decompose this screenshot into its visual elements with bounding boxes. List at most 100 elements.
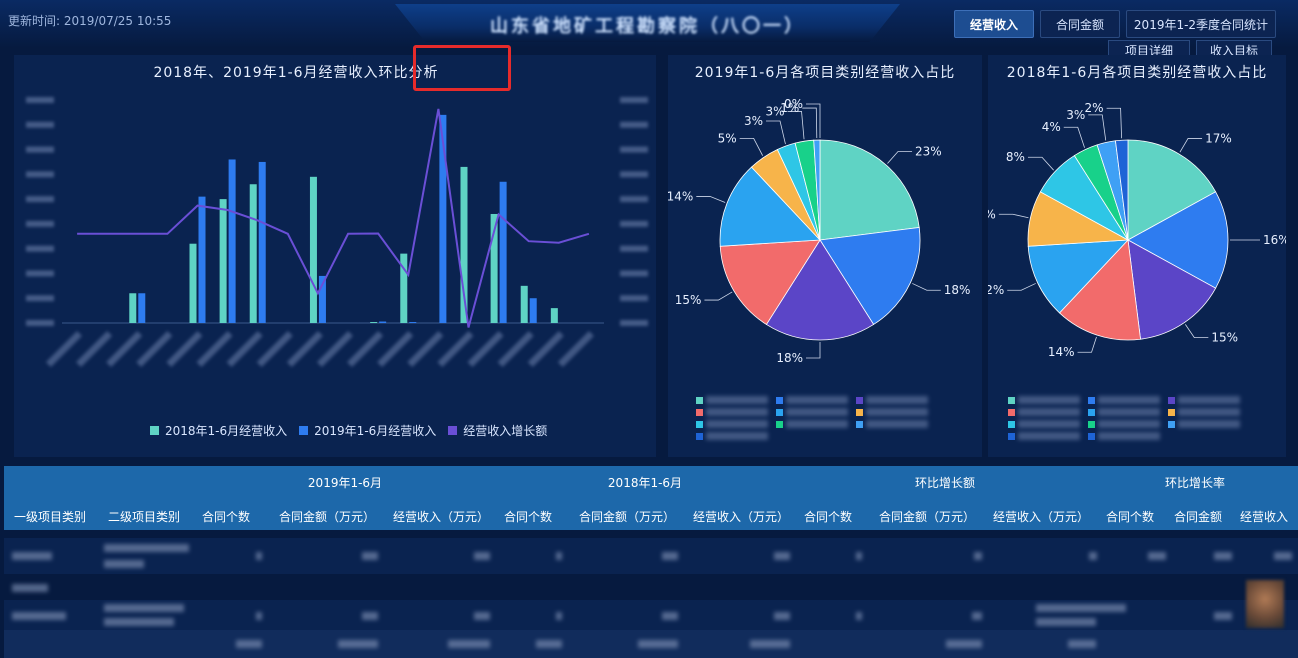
column-header[interactable]: 经营收入 — [1236, 508, 1292, 525]
y-tick-label-right — [620, 146, 648, 153]
tab-contract-amount[interactable]: 合同金额 — [1040, 10, 1120, 38]
pie-percent-label: 4% — [1042, 120, 1061, 134]
table-row[interactable] — [4, 600, 1298, 630]
pie-legend-swatch — [1168, 396, 1175, 404]
pie-2019-title: 2019年1-6月各项目类别经营收入占比 — [694, 65, 956, 81]
pie-label-line — [739, 138, 764, 156]
legend-item-growth[interactable]: 经营收入增长额 — [448, 422, 547, 439]
pie-legend-swatch — [1088, 420, 1095, 428]
pie-legend-item[interactable] — [856, 396, 936, 404]
pie-label-line — [787, 111, 805, 140]
column-header[interactable]: 合同金额（万元） — [872, 508, 982, 525]
pie-legend-item[interactable] — [856, 408, 936, 416]
legend-swatch-2018 — [150, 426, 159, 435]
pie-percent-label: 18% — [944, 283, 971, 297]
pie-legend-label — [1018, 396, 1080, 404]
pie-legend-item[interactable] — [1008, 432, 1088, 440]
pie-percent-label: 17% — [1205, 131, 1232, 145]
pie-legend-item[interactable] — [856, 420, 936, 428]
pie-legend-swatch — [696, 432, 703, 440]
pie-legend-item[interactable] — [1008, 396, 1088, 404]
pie-percent-label: 16% — [1263, 233, 1286, 247]
pie-legend-item[interactable] — [1088, 396, 1168, 404]
pie-legend-item[interactable] — [1088, 420, 1168, 428]
column-header[interactable]: 合同个数 — [1100, 508, 1160, 525]
y-tick-label-left — [26, 220, 54, 227]
pie-legend-swatch — [696, 420, 703, 428]
bar-2018 — [520, 285, 528, 323]
column-header[interactable]: 二级项目类别 — [104, 508, 184, 525]
pie-legend-item[interactable] — [696, 432, 776, 440]
pie-percent-label: 5% — [718, 131, 737, 145]
pie-percent-label: 0% — [784, 97, 803, 111]
pie-percent-label: 12% — [988, 283, 1004, 297]
pie-2018-title: 2018年1-6月各项目类别经营收入占比 — [1006, 65, 1268, 81]
table-row[interactable] — [4, 576, 1298, 600]
pie-label-line — [1088, 114, 1107, 141]
y-tick-label-left — [26, 320, 54, 326]
pie-legend-label — [866, 396, 928, 404]
pie-percent-label: 23% — [915, 144, 942, 158]
table-row[interactable] — [4, 538, 1298, 574]
tab-revenue[interactable]: 经营收入 — [954, 10, 1034, 38]
column-header[interactable]: 经营收入（万元） — [986, 508, 1096, 525]
pie-legend-swatch — [776, 396, 783, 404]
pie-legend-item[interactable] — [696, 420, 776, 428]
group-header: 环比增长率 — [1164, 476, 1225, 490]
pie-legend-item[interactable] — [776, 396, 856, 404]
pie-legend-item[interactable] — [1008, 408, 1088, 416]
pie-percent-label: 14% — [1048, 345, 1075, 359]
column-header[interactable]: 经营收入（万元） — [686, 508, 796, 525]
legend-item-2018[interactable]: 2018年1-6月经营收入 — [150, 422, 287, 439]
pie-label-line — [1185, 324, 1209, 338]
pie-legend-item[interactable] — [776, 420, 856, 428]
column-header[interactable]: 经营收入（万元） — [386, 508, 496, 525]
pie-percent-label: 15% — [1211, 331, 1238, 345]
pie-chart-2018: 17% 16% 15% 14% 12% 9% 8% 4% 3%2% — [988, 101, 1286, 359]
pie-percent-label: 8% — [1006, 150, 1025, 164]
pie-legend-item[interactable] — [1168, 396, 1248, 404]
pie-legend-swatch — [776, 420, 783, 428]
pie-legend-item[interactable] — [1168, 408, 1248, 416]
y-tick-label-left — [26, 295, 54, 302]
pie-2018-legend — [1008, 396, 1248, 440]
pie-legend-item[interactable] — [696, 396, 776, 404]
pie-legend-label — [1018, 432, 1080, 440]
pie-legend-swatch — [1008, 432, 1015, 440]
pie-legend-item[interactable] — [776, 408, 856, 416]
bar-2018 — [249, 184, 257, 323]
pie-label-line — [806, 342, 821, 359]
bar-2019 — [379, 321, 387, 323]
pie-legend-swatch — [696, 396, 703, 404]
bar-2018 — [550, 308, 558, 323]
pie-legend-item[interactable] — [1088, 408, 1168, 416]
y-tick-label-left — [26, 97, 54, 103]
growth-line — [77, 108, 590, 328]
column-header[interactable]: 一级项目类别 — [10, 508, 90, 525]
pie-label-line — [1179, 138, 1203, 153]
column-header[interactable]: 合同金额（万元） — [572, 508, 682, 525]
column-header[interactable]: 合同金额（万元） — [272, 508, 382, 525]
bar-2018 — [129, 293, 137, 323]
pie-legend-item[interactable] — [1008, 420, 1088, 428]
bar-2018 — [370, 322, 378, 323]
pie-legend-swatch — [1008, 420, 1015, 428]
pie-legend-item[interactable] — [696, 408, 776, 416]
bar-2019 — [529, 298, 537, 323]
column-header[interactable]: 合同个数 — [798, 508, 858, 525]
pie-legend-label — [1178, 396, 1240, 404]
pie-legend-swatch — [696, 408, 703, 416]
user-avatar[interactable] — [1246, 580, 1284, 628]
pie-legend-item[interactable] — [1168, 420, 1248, 428]
pie-legend-item[interactable] — [1088, 432, 1168, 440]
pie-legend-label — [1018, 420, 1080, 428]
column-header[interactable]: 合同个数 — [498, 508, 558, 525]
column-header[interactable]: 合同个数 — [196, 508, 256, 525]
bar-2019 — [138, 293, 146, 323]
legend-item-2019[interactable]: 2019年1-6月经营收入 — [299, 422, 436, 439]
column-header[interactable]: 合同金额 — [1168, 508, 1228, 525]
tab-quarterly-contract-stats[interactable]: 2019年1-2季度合同统计 — [1126, 10, 1276, 38]
pie-label-line — [912, 283, 941, 291]
y-tick-label-left — [26, 270, 54, 277]
y-tick-label-right — [620, 295, 648, 302]
